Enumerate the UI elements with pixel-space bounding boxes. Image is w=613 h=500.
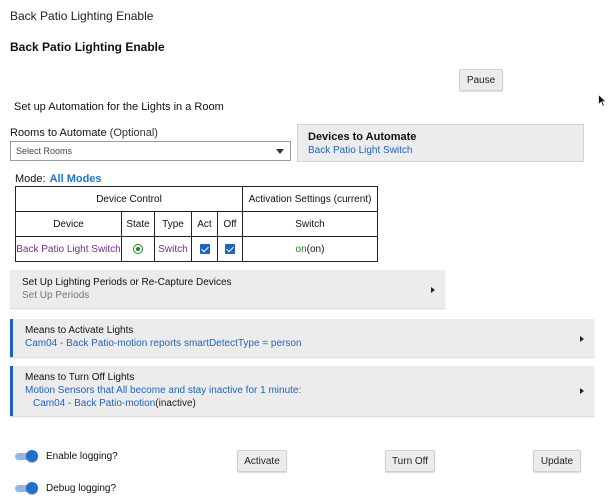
caret-down-icon (276, 149, 284, 154)
row-type[interactable]: Switch (154, 236, 192, 262)
devices-to-automate-panel[interactable]: Devices to Automate Back Patio Light Swi… (297, 124, 584, 162)
debug-logging-label: Debug logging? (46, 483, 117, 494)
mode-row: Mode: All Modes (15, 173, 102, 185)
table-row: Back Patio Light Switch Switch on(on) (15, 236, 378, 262)
turnoff-title: Means to Turn Off Lights (25, 372, 135, 383)
switch-current-text: (on) (306, 243, 325, 255)
turnoff-sub: Motion Sensors that All become and stay … (25, 385, 302, 396)
row-switch[interactable]: on(on) (242, 236, 378, 262)
devices-header: Devices to Automate (308, 131, 417, 143)
col-state: State (121, 211, 155, 237)
expand-arrow-icon (580, 336, 584, 342)
col-switch: Switch (242, 211, 378, 237)
turn-off-button[interactable]: Turn Off (385, 450, 435, 472)
turnoff-device-state: (inactive) (155, 398, 196, 409)
periods-title: Set Up Lighting Periods or Re-Capture De… (22, 277, 232, 288)
page-title: Back Patio Lighting Enable (10, 40, 165, 54)
row-device-link[interactable]: Back Patio Light Switch (15, 236, 122, 262)
enable-logging-label: Enable logging? (46, 451, 118, 462)
devices-value: Back Patio Light Switch (308, 145, 413, 156)
setup-heading: Set up Automation for the Lights in a Ro… (14, 101, 224, 113)
lighting-periods-panel[interactable]: Set Up Lighting Periods or Re-Capture De… (10, 270, 445, 308)
mouse-cursor-icon (598, 94, 607, 107)
activate-lights-panel[interactable]: Means to Activate Lights Cam04 - Back Pa… (10, 319, 594, 357)
rooms-label: Rooms to Automate (Optional) (10, 127, 158, 139)
turnoff-device-line: Cam04 - Back Patio-motion(inactive) (33, 398, 196, 409)
row-act[interactable] (191, 236, 218, 262)
app-title: Back Patio Lighting Enable (10, 9, 154, 23)
state-on-icon[interactable] (133, 243, 143, 254)
col-act: Act (191, 211, 218, 237)
device-control-table: Device Control Activation Settings (curr… (15, 186, 378, 262)
toggle-knob (26, 482, 38, 494)
activate-sub: Cam04 - Back Patio-motion reports smartD… (25, 338, 302, 349)
expand-arrow-icon (580, 388, 584, 394)
off-checkbox[interactable] (225, 243, 235, 254)
periods-sub: Set Up Periods (22, 290, 90, 301)
toggle-knob (26, 450, 38, 462)
turn-off-lights-panel[interactable]: Means to Turn Off Lights Motion Sensors … (10, 366, 594, 416)
col-off: Off (217, 211, 243, 237)
activate-button[interactable]: Activate (237, 450, 287, 472)
row-state[interactable] (121, 236, 155, 262)
expand-arrow-icon (431, 287, 435, 293)
act-checkbox[interactable] (199, 243, 210, 254)
turnoff-device: Cam04 - Back Patio-motion (33, 398, 156, 409)
rooms-optional-text: (Optional) (109, 127, 158, 139)
rooms-select-value: Select Rooms (16, 146, 73, 156)
mode-label: Mode: (15, 173, 46, 185)
enable-logging-toggle[interactable] (15, 450, 38, 462)
debug-logging-toggle[interactable] (15, 482, 38, 494)
switch-on-text: on (295, 243, 307, 255)
rooms-label-text: Rooms to Automate (10, 127, 107, 139)
device-control-header: Device Control (15, 186, 243, 212)
col-type: Type (154, 211, 192, 237)
activation-settings-header: Activation Settings (current) (242, 186, 378, 212)
mode-value-link[interactable]: All Modes (50, 173, 102, 185)
activate-title: Means to Activate Lights (25, 325, 134, 336)
update-button[interactable]: Update (533, 450, 581, 472)
col-device: Device (15, 211, 122, 237)
row-off[interactable] (217, 236, 243, 262)
rooms-select[interactable]: Select Rooms (10, 141, 291, 161)
pause-button[interactable]: Pause (459, 69, 503, 91)
